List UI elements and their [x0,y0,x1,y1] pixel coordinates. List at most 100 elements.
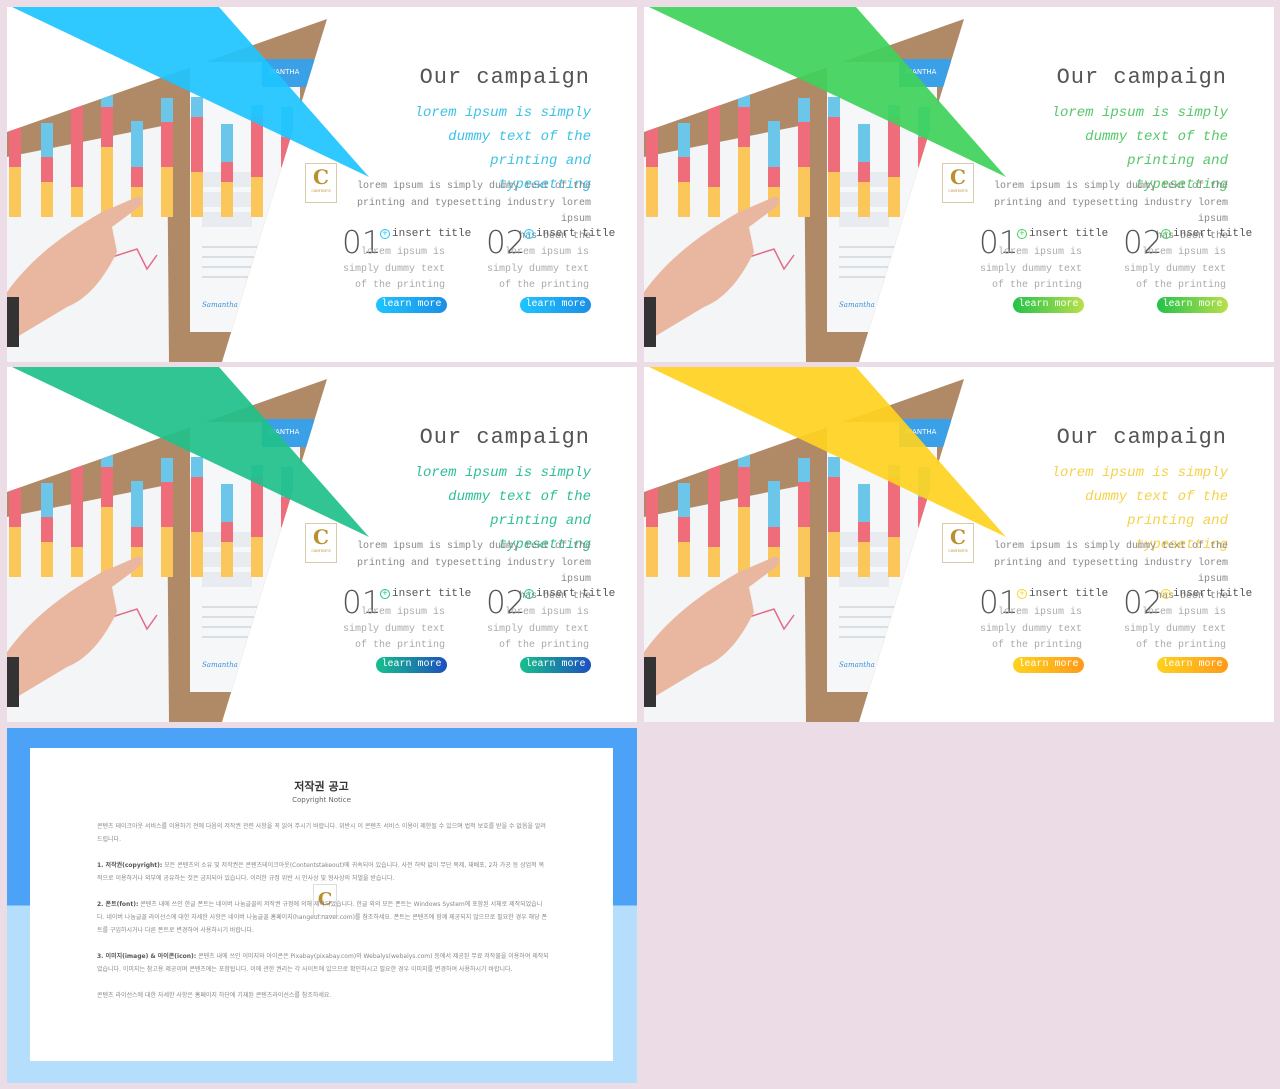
photo-bar [191,532,203,577]
copyright-slide[interactable]: 저작권 공고 Copyright Notice C 콘텐츠 테이크아웃 서비스를… [7,728,637,1083]
learn-more-button[interactable]: learn more [376,657,447,673]
photo-bar [281,167,293,217]
photo-bar [708,58,720,72]
item-title: + insert title [1161,588,1252,600]
photo-bar [646,167,658,217]
subtitle-line: printing and [1127,513,1228,529]
photo-bar [708,547,720,577]
item-text-line: simply dummy text [1123,623,1226,635]
photo-bar [281,137,293,167]
photo-bar [678,182,690,217]
photo-bar [888,177,900,217]
photo-bar [9,117,21,167]
learn-more-button[interactable]: learn more [520,657,591,673]
item-text: lorem ipsum is simply dummy text of the pr… [972,605,1082,655]
item-text-line: simply dummy text [979,263,1082,275]
item-text-line: of the printing [991,280,1082,291]
photo-bar [281,527,293,577]
svg-text:Samantha Bla: Samantha Bla [839,301,889,309]
photo-bar [9,167,21,217]
photo-bar [71,432,83,547]
photo-bar [101,147,113,217]
subtitle-line: printing and [1127,153,1228,169]
photo-bar [918,137,930,167]
item-text: lorem ipsum is simply dummy text of the pr… [479,605,589,655]
photo-bar [828,477,840,532]
photo-bar [798,98,810,122]
item-title: + insert title [380,228,471,240]
subtitle-line: dummy text of the [448,489,591,505]
body-line: printing and typesetting industry lorem … [993,197,1228,226]
photo-bar [798,458,810,482]
item-text-line: simply dummy text [979,623,1082,635]
photo-bar [221,162,233,182]
photo-bar [918,167,930,217]
photo-bar [858,522,870,542]
learn-more-button[interactable]: learn more [376,297,447,313]
learn-more-button[interactable]: learn more [1013,657,1084,673]
photo-bar [738,507,750,577]
item-text-line: of the printing [498,280,589,291]
slide-title: Our campaign [419,425,590,450]
copyright-card: 저작권 공고 Copyright Notice C 콘텐츠 테이크아웃 서비스를… [30,748,613,1061]
slide-thumbnail-3[interactable]: MANTHA Samantha Bla C CONTENTS Our campaig… [7,367,637,722]
copyright-section: 3. 이미지(image) & 아이콘(icon): 콘텐츠 내에 쓰인 이미지… [97,950,549,976]
subtitle-line: dummy text of the [1085,129,1228,145]
subtitle-line: lorem ipsum is simply [414,105,591,121]
photo-bar [678,157,690,182]
copyright-section: 1. 저작권(copyright): 모든 콘텐츠의 소유 및 저작권은 콘텐츠… [97,859,549,885]
photo-bar [9,527,21,577]
photo-bar [858,484,870,522]
item-text-line: lorem ipsum is [1141,247,1226,258]
copyright-intro: 콘텐츠 테이크아웃 서비스를 이용하기 전에 다음의 저작권 관련 사항을 꼭 … [97,823,546,843]
photo-bar [646,477,658,527]
photo-bar [828,97,840,117]
photo-bar [131,167,143,187]
photo-bar [738,443,750,467]
photo-bar [858,124,870,162]
item-text: lorem ipsum is simply dummy text of the pr… [335,245,445,295]
item-title-text: insert title [1173,228,1253,240]
item-title: + insert title [524,228,615,240]
copyright-footer: 콘텐츠 라이선스에 대한 자세한 사항은 홈페이지 하단에 기재된 콘텐츠라이선… [97,992,332,999]
slide-thumbnail-4[interactable]: MANTHA Samantha Bla C CONTENTS Our campaig… [644,367,1274,722]
item-title-text: insert title [536,588,616,600]
item-text: lorem ipsum is simply dummy text of the pr… [1116,245,1226,295]
item-text-line: lorem ipsum is [997,247,1082,258]
subtitle-line: lorem ipsum is simply [414,465,591,481]
item-text-line: of the printing [354,280,445,291]
photo-bar [858,542,870,577]
item-title-text: insert title [392,588,472,600]
item-text-line: simply dummy text [486,623,589,635]
section-text: 모든 콘텐츠의 소유 및 저작권은 콘텐츠테이크아웃(Contentstakeo… [97,862,545,882]
learn-more-button[interactable]: learn more [1157,297,1228,313]
subtitle-line: dummy text of the [448,129,591,145]
body-line: printing and typesetting industry lorem … [356,557,591,586]
photo-bar [71,58,83,72]
photo-bar [798,167,810,217]
photo-bar [101,83,113,107]
photo-bar [678,123,690,157]
slide-thumbnail-2[interactable]: MANTHA Samantha Bla C CONTENTS Our campaig… [644,7,1274,362]
item-text-line: of the printing [991,640,1082,651]
item-text-line: lorem ipsum is [360,247,445,258]
section-text: 콘텐츠 내에 쓰인 한글 폰트는 네이버 나눔글꼴의 저작권 규정에 의해 제작… [97,901,548,934]
photo-bar [678,483,690,517]
learn-more-button[interactable]: learn more [1013,297,1084,313]
item-text-line: of the printing [498,640,589,651]
body-line: printing and typesetting industry lorem … [356,197,591,226]
section-label: 1. 저작권(copyright): [97,862,163,869]
item-text: lorem ipsum is simply dummy text of the pr… [335,605,445,655]
learn-more-button[interactable]: learn more [1157,657,1228,673]
photo-bar [888,117,900,177]
photo-bar [251,537,263,577]
learn-more-button[interactable]: learn more [520,297,591,313]
photo-bar [221,542,233,577]
photo-bar [678,542,690,577]
photo-bar [41,157,53,182]
plus-circle-icon: + [1161,229,1171,239]
item-text-line: simply dummy text [486,263,589,275]
photo-bar [708,72,720,187]
subtitle-line: printing and [490,513,591,529]
slide-thumbnail-1[interactable]: MANTHA Samantha Bla C CONTENTS Our campaig… [7,7,637,362]
